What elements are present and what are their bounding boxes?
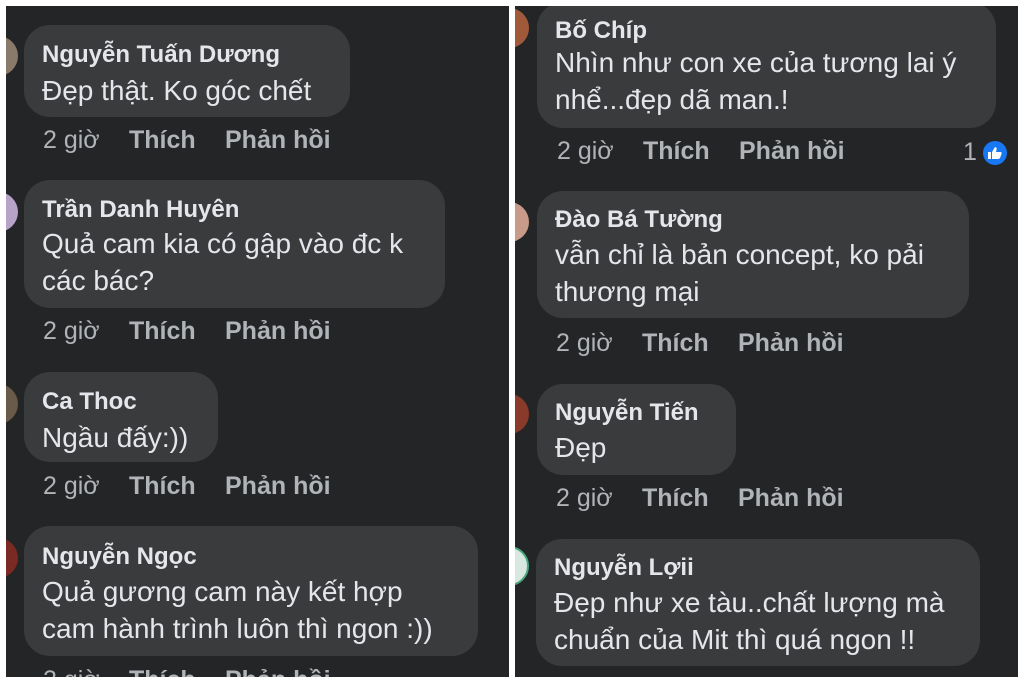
comment-text-line: Đẹp bbox=[555, 432, 607, 463]
reply-button[interactable]: Phản hồi bbox=[225, 317, 331, 346]
comment-bubble: Nguyễn Ngọc Quả gương cam này kết hợp ca… bbox=[24, 526, 478, 656]
like-button[interactable]: Thích bbox=[642, 329, 709, 358]
comment-bubble: Nguyễn Tiến Đẹp bbox=[537, 384, 736, 475]
reply-button[interactable]: Phản hồi bbox=[739, 137, 845, 166]
commenter-name[interactable]: Ca Thoc bbox=[42, 388, 137, 416]
comment-text-line: vẫn chỉ là bản concept, ko pải bbox=[555, 239, 924, 270]
avatar[interactable] bbox=[515, 8, 529, 48]
reaction-summary[interactable]: 1 bbox=[963, 138, 977, 167]
avatar[interactable] bbox=[6, 384, 18, 424]
reply-button[interactable]: Phản hồi bbox=[738, 484, 844, 513]
avatar[interactable] bbox=[6, 192, 18, 232]
left-comment-panel: Nguyễn Tuấn Dương Đẹp thật. Ko góc chết … bbox=[6, 6, 509, 677]
commenter-name[interactable]: Nguyễn Tiến bbox=[555, 399, 699, 427]
comment-text-line: Nhìn như con xe của tương lai ý bbox=[555, 47, 957, 78]
like-button[interactable]: Thích bbox=[643, 137, 710, 166]
reply-button[interactable]: Phản hồi bbox=[225, 126, 331, 155]
reply-button[interactable]: Phản hồi bbox=[225, 472, 331, 501]
comment-time: 2 giờ bbox=[43, 317, 100, 345]
comment-bubble: Bố Chíp Nhìn như con xe của tương lai ý … bbox=[537, 6, 996, 128]
comment-text-line: chuẩn của Mit thì quá ngon !! bbox=[554, 624, 916, 655]
comment-text-line: cam hành trình luôn thì ngon :)) bbox=[42, 613, 433, 644]
comment-bubble: Ca Thoc Ngầu đấy:)) bbox=[24, 372, 218, 462]
like-button[interactable]: Thích bbox=[129, 317, 196, 346]
comment-bubble: Nguyễn Lợii Đẹp như xe tàu..chất lượng m… bbox=[536, 539, 980, 666]
comment-text-line: nhể...đẹp dã man.! bbox=[555, 84, 789, 115]
like-button[interactable]: Thích bbox=[642, 484, 709, 513]
commenter-name[interactable]: Nguyễn Ngọc bbox=[42, 543, 197, 571]
comment-text-line: Đẹp thật. Ko góc chết bbox=[42, 75, 312, 106]
commenter-name[interactable]: Nguyễn Tuấn Dương bbox=[42, 41, 280, 69]
comment-time: 2 giờ bbox=[557, 137, 614, 165]
avatar[interactable] bbox=[515, 546, 529, 586]
comment-time: 2 giờ bbox=[43, 666, 100, 677]
comment-text-line: Quả gương cam này kết hợp bbox=[42, 576, 403, 607]
avatar[interactable] bbox=[6, 538, 18, 578]
like-thumb-icon bbox=[981, 139, 1009, 167]
reply-button[interactable]: Phản hồi bbox=[225, 666, 331, 677]
comment-text-line: Ngầu đấy:)) bbox=[42, 422, 189, 453]
like-button[interactable]: Thích bbox=[129, 126, 196, 155]
avatar[interactable] bbox=[515, 394, 529, 434]
right-comment-panel: Bố Chíp Nhìn như con xe của tương lai ý … bbox=[515, 6, 1018, 677]
commenter-name[interactable]: Bố Chíp bbox=[555, 17, 647, 45]
commenter-name[interactable]: Nguyễn Lợii bbox=[554, 554, 694, 582]
commenter-name[interactable]: Trần Danh Huyên bbox=[42, 196, 239, 224]
comment-time: 2 giờ bbox=[556, 484, 613, 512]
commenter-name[interactable]: Đào Bá Tường bbox=[555, 206, 723, 234]
comment-bubble: Nguyễn Tuấn Dương Đẹp thật. Ko góc chết bbox=[24, 25, 350, 117]
avatar[interactable] bbox=[515, 202, 529, 242]
comment-time: 2 giờ bbox=[43, 126, 100, 154]
comment-bubble: Đào Bá Tường vẫn chỉ là bản concept, ko … bbox=[537, 191, 969, 318]
reaction-count: 1 bbox=[963, 138, 977, 166]
like-button[interactable]: Thích bbox=[129, 472, 196, 501]
like-button[interactable]: Thích bbox=[129, 666, 196, 677]
comment-text-line: thương mại bbox=[555, 276, 700, 307]
comment-bubble: Trần Danh Huyên Quả cam kia có gập vào đ… bbox=[24, 180, 445, 308]
avatar[interactable] bbox=[6, 36, 18, 76]
comment-time: 2 giờ bbox=[43, 472, 100, 500]
comment-text-line: Đẹp như xe tàu..chất lượng mà bbox=[554, 587, 945, 618]
comment-time: 2 giờ bbox=[556, 329, 613, 357]
reply-button[interactable]: Phản hồi bbox=[738, 329, 844, 358]
comment-text-line: các bác? bbox=[42, 265, 155, 296]
comment-text-line: Quả cam kia có gập vào đc k bbox=[42, 228, 404, 259]
